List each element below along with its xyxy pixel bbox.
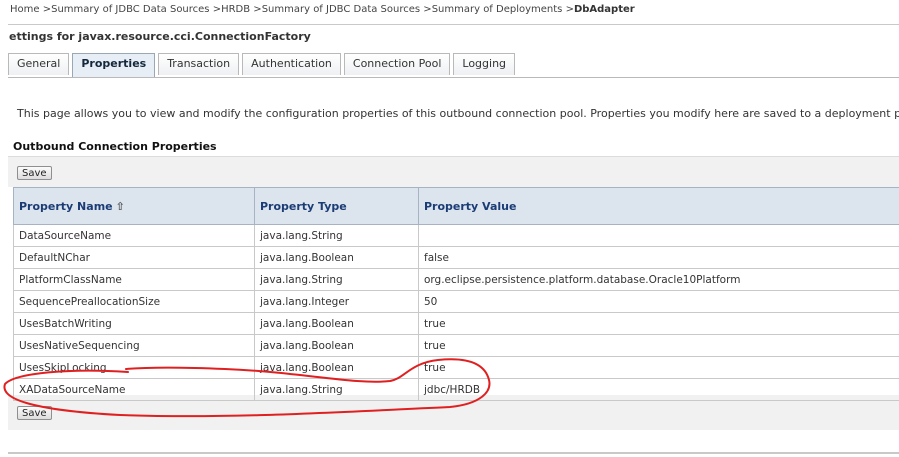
table-row: DefaultNChar java.lang.Boolean false bbox=[13, 246, 899, 269]
property-value-cell[interactable]: jdbc/HRDB bbox=[418, 378, 899, 401]
page-title: ettings for javax.resource.cci.Connectio… bbox=[9, 30, 311, 43]
table-toolbar bbox=[8, 156, 899, 187]
intro-text: This page allows you to view and modify … bbox=[17, 107, 899, 120]
property-name-cell: UsesBatchWriting bbox=[13, 312, 255, 335]
column-header-label: Property Name bbox=[19, 199, 113, 213]
column-header-property-name[interactable]: Property Name ⇧ bbox=[13, 187, 255, 225]
tab-authentication[interactable]: Authentication bbox=[242, 53, 341, 75]
property-name-cell: DataSourceName bbox=[13, 224, 255, 247]
divider bbox=[8, 24, 899, 25]
properties-table: Property Name ⇧ Property Type Property Va… bbox=[13, 187, 899, 401]
property-value-cell[interactable]: true bbox=[418, 356, 899, 379]
table-row: UsesSkipLocking java.lang.Boolean true bbox=[13, 356, 899, 379]
tab-divider bbox=[8, 77, 899, 78]
tab-transaction[interactable]: Transaction bbox=[158, 53, 240, 75]
breadcrumb-home[interactable]: Home bbox=[10, 4, 40, 15]
property-value-cell[interactable]: true bbox=[418, 334, 899, 357]
property-type-cell: java.lang.Boolean bbox=[254, 334, 419, 357]
property-name-cell: PlatformClassName bbox=[13, 268, 255, 291]
column-header-property-type[interactable]: Property Type bbox=[254, 187, 419, 225]
property-type-cell: java.lang.String bbox=[254, 268, 419, 291]
breadcrumb-separator: > bbox=[562, 4, 574, 15]
property-type-cell: java.lang.Boolean bbox=[254, 312, 419, 335]
divider bbox=[8, 452, 899, 454]
property-type-cell: java.lang.Integer bbox=[254, 290, 419, 313]
table-row: UsesBatchWriting java.lang.Boolean true bbox=[13, 312, 899, 335]
table-row: XADataSourceName java.lang.String jdbc/H… bbox=[13, 378, 899, 401]
section-title: Outbound Connection Properties bbox=[13, 140, 217, 153]
save-button[interactable]: Save bbox=[17, 166, 52, 180]
breadcrumb-separator: > bbox=[209, 4, 222, 15]
property-value-cell[interactable]: true bbox=[418, 312, 899, 335]
property-type-cell: java.lang.Boolean bbox=[254, 246, 419, 269]
property-name-cell: DefaultNChar bbox=[13, 246, 255, 269]
breadcrumb-separator: > bbox=[420, 4, 432, 15]
property-type-cell: java.lang.String bbox=[254, 378, 419, 401]
property-name-cell: UsesNativeSequencing bbox=[13, 334, 255, 357]
property-name-cell: UsesSkipLocking bbox=[13, 356, 255, 379]
breadcrumb-separator: > bbox=[39, 4, 52, 15]
property-value-cell[interactable] bbox=[418, 224, 899, 247]
breadcrumb-jdbc-summary[interactable]: Summary of JDBC Data Sources bbox=[51, 4, 209, 15]
table-row: UsesNativeSequencing java.lang.Boolean t… bbox=[13, 334, 899, 357]
property-type-cell: java.lang.String bbox=[254, 224, 419, 247]
breadcrumb: Home >Summary of JDBC Data Sources >HRDB… bbox=[10, 4, 635, 18]
sort-ascending-icon[interactable]: ⇧ bbox=[116, 200, 125, 213]
breadcrumb-deployments[interactable]: Summary of Deployments bbox=[432, 4, 563, 15]
column-header-property-value[interactable]: Property Value bbox=[418, 187, 899, 225]
table-header-row: Property Name ⇧ Property Type Property Va… bbox=[13, 187, 899, 225]
tab-bar: General Properties Transaction Authentic… bbox=[8, 53, 518, 77]
tab-properties[interactable]: Properties bbox=[72, 53, 156, 77]
tab-logging[interactable]: Logging bbox=[453, 53, 516, 75]
property-type-cell: java.lang.Boolean bbox=[254, 356, 419, 379]
breadcrumb-current: DbAdapter bbox=[573, 4, 635, 15]
property-value-cell[interactable]: org.eclipse.persistence.platform.databas… bbox=[418, 268, 899, 291]
breadcrumb-hrdb[interactable]: HRDB bbox=[221, 4, 250, 15]
breadcrumb-separator: > bbox=[250, 4, 262, 15]
breadcrumb-jdbc-summary-2[interactable]: Summary of JDBC Data Sources bbox=[262, 4, 420, 15]
table-row: PlatformClassName java.lang.String org.e… bbox=[13, 268, 899, 291]
table-row: DataSourceName java.lang.String bbox=[13, 224, 899, 247]
table-row: SequencePreallocationSize java.lang.Inte… bbox=[13, 290, 899, 313]
tab-general[interactable]: General bbox=[8, 53, 70, 75]
tab-connection-pool[interactable]: Connection Pool bbox=[343, 53, 451, 75]
property-name-cell: SequencePreallocationSize bbox=[13, 290, 255, 313]
property-name-cell: XADataSourceName bbox=[13, 378, 255, 401]
save-button-bottom[interactable]: Save bbox=[17, 406, 52, 420]
property-value-cell[interactable]: 50 bbox=[418, 290, 899, 313]
property-value-cell[interactable]: false bbox=[418, 246, 899, 269]
